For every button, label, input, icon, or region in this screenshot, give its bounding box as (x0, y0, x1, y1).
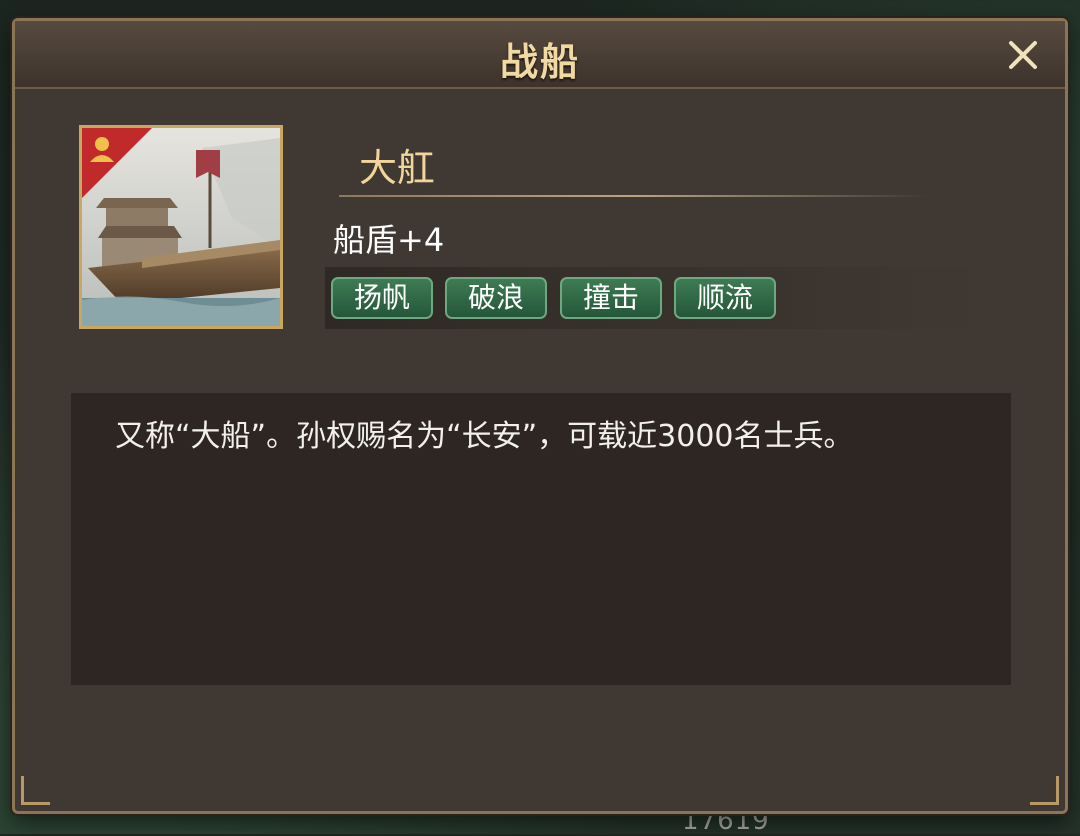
tag-button[interactable]: 顺流 (674, 277, 776, 319)
ship-illustration (82, 128, 280, 326)
ship-name: 大舡 (359, 146, 436, 190)
close-x-icon (1009, 41, 1037, 69)
corner-ornament (21, 776, 50, 805)
ship-stat: 船盾+4 (333, 221, 445, 259)
description-panel: 又称“大船”。孙权赐名为“长安”，可载近3000名士兵。 (71, 393, 1011, 685)
warship-dialog: 战船 大舡 船盾+4 扬帆 破浪 撞击 顺流 又称“大船”。孙权赐名为“长安”，… (12, 18, 1068, 814)
dialog-header: 战船 (15, 21, 1065, 89)
name-divider (339, 195, 929, 197)
corner-ornament (1030, 776, 1059, 805)
close-button[interactable] (1003, 35, 1043, 75)
ship-portrait (79, 125, 283, 329)
tag-button[interactable]: 破浪 (445, 277, 547, 319)
description-text: 又称“大船”。孙权赐名为“长安”，可载近3000名士兵。 (115, 419, 854, 454)
dialog-title: 战船 (499, 40, 580, 84)
tag-button[interactable]: 扬帆 (331, 277, 433, 319)
tag-button[interactable]: 撞击 (560, 277, 662, 319)
